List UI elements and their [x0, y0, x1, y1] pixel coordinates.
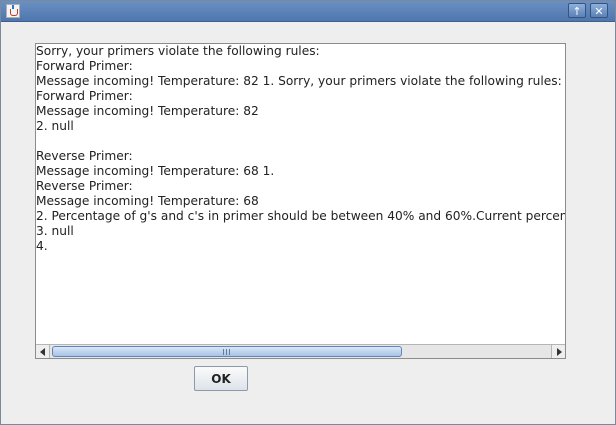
- grip-icon: [223, 349, 230, 355]
- message-line: 2. null: [36, 119, 74, 133]
- message-line: Message incoming! Temperature: 68 1.: [36, 164, 275, 178]
- title-bar[interactable]: ↑ ✕: [1, 1, 615, 22]
- message-line: Message incoming! Temperature: 68: [36, 194, 259, 208]
- message-line: 4.: [36, 239, 48, 253]
- ok-button[interactable]: OK: [194, 366, 248, 391]
- close-button[interactable]: ✕: [590, 3, 608, 18]
- message-line: Forward Primer:: [36, 89, 133, 103]
- close-icon: ✕: [594, 5, 604, 18]
- message-line: Reverse Primer:: [36, 179, 133, 193]
- scroll-right-arrow-icon[interactable]: [551, 345, 565, 358]
- message-text-area[interactable]: Sorry, your primers violate the followin…: [35, 43, 566, 359]
- message-line: Message incoming! Temperature: 82 1. Sor…: [36, 74, 562, 88]
- message-line: Forward Primer:: [36, 59, 133, 73]
- message-text-view[interactable]: Sorry, your primers violate the followin…: [36, 44, 565, 344]
- message-line: Message incoming! Temperature: 82: [36, 104, 259, 118]
- scroll-thumb[interactable]: [52, 346, 402, 357]
- message-line: Sorry, your primers violate the followin…: [36, 44, 320, 58]
- scroll-left-arrow-icon[interactable]: [36, 345, 50, 358]
- message-line: 3. null: [36, 224, 74, 238]
- horizontal-scrollbar[interactable]: [36, 344, 565, 358]
- dialog-window: ↑ ✕ Sorry, your primers violate the foll…: [0, 0, 616, 425]
- arrow-up-icon: ↑: [572, 5, 582, 18]
- java-cup-icon: [6, 4, 20, 18]
- message-line: 2. Percentage of g's and c's in primer s…: [36, 209, 565, 223]
- maximize-button[interactable]: ↑: [568, 3, 586, 18]
- message-line: Reverse Primer:: [36, 149, 133, 163]
